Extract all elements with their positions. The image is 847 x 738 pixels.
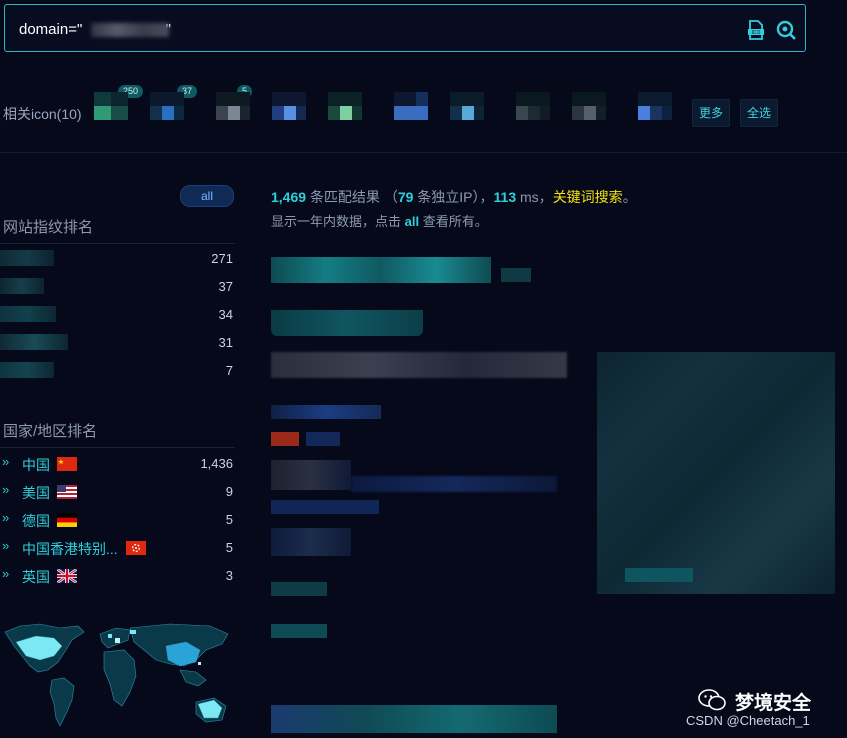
ip-count: 79 [397,189,414,205]
china-flag-icon [57,457,77,471]
svg-text:ICO: ICO [752,30,761,36]
country-name: 德国 [22,513,50,529]
divider [0,243,235,244]
match-count: 1,469 [271,189,307,205]
country-row-uk[interactable]: » 英国 3 [0,562,235,590]
country-row-germany[interactable]: » 德国 5 [0,506,235,534]
divider [0,152,847,153]
country-count: 5 [225,540,233,555]
country-row-china[interactable]: » 中国 1,436 [0,450,235,478]
redacted-fingerprint [0,362,54,378]
fingerprint-row[interactable]: 37 [0,273,235,301]
summary-text: 条匹配结果 （ [306,189,398,205]
redacted-fingerprint [0,334,68,350]
file-search-icon[interactable]: ICO [745,19,767,41]
country-count: 9 [225,484,233,499]
results-note: 显示一年内数据，点击 all 查看所有。 [271,211,488,230]
results-summary: 1,469 条匹配结果 （79 条独立IP），113 ms，关键词搜索。 [271,187,637,207]
related-icons-label: 相关icon(10) [3,106,82,122]
fingerprint-count: 7 [225,363,233,378]
redacted-domain [91,23,169,37]
keyword-search-link[interactable]: 关键词搜索 [553,189,623,205]
query-time: 113 [493,189,517,205]
divider [0,447,235,448]
country-count: 5 [225,512,233,527]
all-filter-button[interactable]: all [180,185,234,207]
fingerprint-count: 37 [218,279,233,294]
country-name: 中国香港特别... [22,541,118,557]
country-count: 3 [225,568,233,583]
note-text: 显示一年内数据，点击 [271,214,405,229]
related-icon-thumb[interactable] [216,92,250,126]
fingerprint-count: 34 [218,307,233,322]
show-all-link[interactable]: all [405,214,419,229]
country-name: 美国 [22,485,50,501]
related-icon-thumb[interactable] [328,92,362,126]
related-icon-thumb[interactable] [272,92,306,126]
summary-text: ms， [516,189,553,205]
fingerprint-row[interactable]: 7 [0,357,235,385]
chevron-right-icon: » [2,454,10,469]
related-icon-thumb[interactable] [516,92,550,126]
related-icon-thumb[interactable] [150,92,184,126]
redacted-fingerprint [0,250,54,266]
usa-flag-icon [57,485,77,499]
uk-flag-icon [57,569,77,583]
germany-flag-icon [57,513,77,527]
country-row-usa[interactable]: » 美国 9 [0,478,235,506]
country-name: 中国 [22,457,50,473]
search-icon[interactable] [775,19,797,41]
more-icons-button[interactable]: 更多 [692,99,731,127]
fingerprint-row[interactable]: 271 [0,245,235,273]
fingerprint-count: 31 [218,335,233,350]
country-row-hongkong[interactable]: » 中国香港特别... 5 [0,534,235,562]
fingerprint-count: 271 [211,251,233,266]
world-map[interactable] [0,620,236,732]
redacted-fingerprint [0,306,56,322]
related-icon-thumb[interactable] [94,92,128,126]
fingerprint-ranking-title: 网站指纹排名 [3,219,94,236]
related-icon-thumb[interactable] [450,92,484,126]
note-text: 查看所有。 [419,214,488,229]
related-icon-thumb[interactable] [572,92,606,126]
select-all-button[interactable]: 全选 [740,99,779,127]
chevron-right-icon: » [2,482,10,497]
watermark-subtitle: CSDN @Cheetach_1 [686,713,810,728]
wechat-icon [698,689,726,711]
chevron-right-icon: » [2,566,10,581]
country-ranking-title: 国家/地区排名 [3,423,98,440]
summary-text: 条独立IP）， [413,189,494,205]
related-icon-thumb[interactable] [394,92,428,126]
watermark-title: 梦境安全 [735,693,812,714]
fingerprint-row[interactable]: 31 [0,329,235,357]
redacted-fingerprint [0,278,44,294]
related-icon-thumb[interactable] [638,92,672,126]
country-count: 1,436 [200,456,233,471]
summary-text: 。 [622,189,637,205]
chevron-right-icon: » [2,510,10,525]
country-name: 英国 [22,569,50,585]
hongkong-flag-icon [126,541,146,555]
search-bar[interactable]: ICO [4,4,806,52]
fingerprint-row[interactable]: 34 [0,301,235,329]
chevron-right-icon: » [2,538,10,553]
